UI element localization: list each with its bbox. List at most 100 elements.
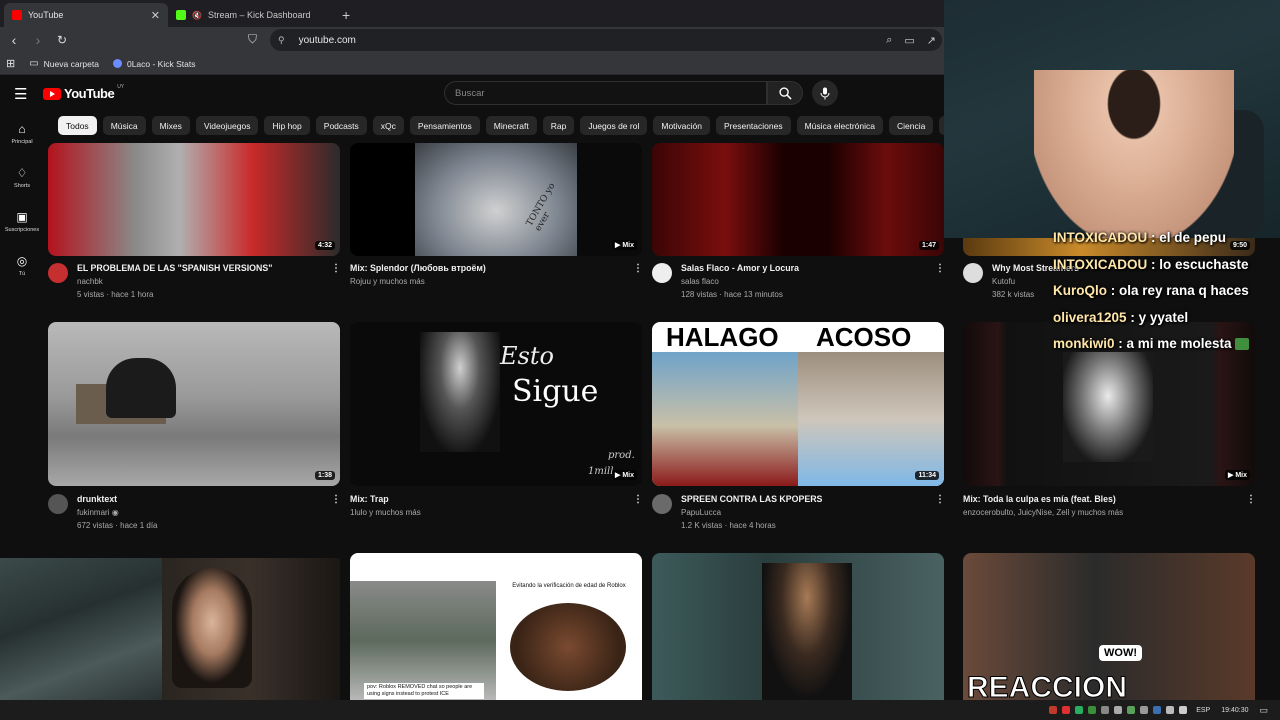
chip-videojuegos[interactable]: Videojuegos — [195, 116, 259, 135]
channel-name[interactable]: salas flaco — [681, 277, 719, 286]
chip-xqc[interactable]: xQc — [372, 116, 404, 135]
channel-avatar[interactable] — [652, 494, 672, 514]
more-actions-icon[interactable]: ⋮ — [633, 263, 643, 274]
chip-podcasts[interactable]: Podcasts — [315, 116, 367, 135]
network-icon[interactable] — [1166, 706, 1175, 714]
cast-icon[interactable]: ▭ — [904, 34, 914, 47]
video-thumbnail[interactable]: WOW! REACCION — [963, 553, 1255, 700]
volume-icon[interactable] — [1179, 706, 1188, 714]
chip-minecraft[interactable]: Minecraft — [485, 116, 537, 135]
channel-name[interactable]: Kutofu — [992, 277, 1015, 286]
chip-juegos-de-rol[interactable]: Juegos de rol — [580, 116, 648, 135]
new-tab-button[interactable]: + — [332, 3, 360, 27]
video-title[interactable]: Mix: Splendor (Любовь втроём) — [350, 263, 486, 273]
chip-musica-electronica[interactable]: Música electrónica — [796, 116, 883, 135]
chip-mixes[interactable]: Mixes — [151, 116, 190, 135]
chip-ciencia[interactable]: Ciencia — [888, 116, 934, 135]
chip-rap[interactable]: Rap — [542, 116, 575, 135]
share-icon[interactable]: ↗ — [927, 34, 936, 47]
zoom-icon[interactable]: ⌕ — [886, 34, 892, 47]
muted-speaker-icon[interactable]: 🔇 — [192, 11, 202, 20]
channel-avatar[interactable] — [652, 263, 672, 283]
thumb-right-image — [798, 352, 944, 486]
channel-avatar[interactable] — [48, 494, 68, 514]
rail-item-tu[interactable]: ◎ Tú — [0, 244, 44, 288]
channel-name[interactable]: enzocerobulto, JuicyNise, Zell y muchos … — [963, 508, 1123, 517]
left-nav-rail: ⌂ Principal ♢ Shorts ▣ Suscripciones ◎ T… — [0, 112, 44, 288]
video-title[interactable]: Salas Flaco - Amor y Locura — [681, 263, 799, 273]
more-actions-icon[interactable]: ⋮ — [633, 494, 643, 505]
chip-musica[interactable]: Música — [102, 116, 146, 135]
close-tab-icon[interactable]: ✕ — [151, 9, 160, 22]
back-icon[interactable]: ‹ — [4, 32, 24, 48]
video-thumbnail[interactable]: 1:38 — [48, 322, 340, 486]
more-actions-icon[interactable]: ⋮ — [935, 263, 945, 274]
tray-app-icon[interactable] — [1127, 706, 1136, 714]
rail-item-shorts[interactable]: ♢ Shorts — [0, 156, 44, 200]
search-input[interactable]: Buscar — [444, 81, 767, 105]
bookmark-icon[interactable]: ⛉ — [248, 32, 257, 47]
video-thumbnail[interactable] — [652, 553, 944, 700]
language-indicator[interactable]: ESP — [1196, 707, 1210, 714]
chip-motivacion[interactable]: Motivación — [653, 116, 710, 135]
hamburger-menu-icon[interactable]: ☰ — [14, 85, 27, 103]
more-actions-icon[interactable]: ⋮ — [1246, 494, 1256, 505]
reload-icon[interactable]: ↻ — [52, 33, 72, 47]
rail-label: Suscripciones — [4, 227, 40, 233]
tray-app-icon[interactable] — [1075, 706, 1084, 714]
video-thumbnail[interactable]: Evitando la verificación de edad de Robl… — [350, 553, 642, 700]
video-title[interactable]: Mix: Toda la culpa es mía (feat. Bles) — [963, 494, 1116, 504]
video-thumbnail[interactable]: HALAGO ACOSO 11:34 — [652, 322, 944, 486]
verified-icon: ◉ — [111, 508, 119, 517]
tab-kick-dashboard[interactable]: 🔇 Stream – Kick Dashboard — [168, 3, 332, 27]
more-actions-icon[interactable]: ⋮ — [331, 263, 341, 274]
tray-app-icon[interactable] — [1153, 706, 1162, 714]
tray-app-icon[interactable] — [1049, 706, 1058, 714]
chip-hip-hop[interactable]: Hip hop — [264, 116, 310, 135]
chip-todos[interactable]: Todos — [58, 116, 97, 135]
channel-name[interactable]: 1lulo y muchos más — [350, 508, 421, 517]
tray-app-icon[interactable] — [1114, 706, 1123, 714]
apps-grid-icon[interactable]: ⊞ — [6, 57, 15, 70]
video-title[interactable]: EL PROBLEMA DE LAS "SPANISH VERSIONS" — [77, 263, 272, 273]
chip-presentaciones[interactable]: Presentaciones — [716, 116, 791, 135]
channel-name[interactable]: fukinmari ◉ — [77, 508, 119, 517]
video-title[interactable]: Mix: Trap — [350, 494, 389, 504]
chip-pensamientos[interactable]: Pensamientos — [409, 116, 480, 135]
tray-app-icon[interactable] — [1088, 706, 1097, 714]
video-title[interactable]: SPREEN CONTRA LAS KPOPERS — [681, 494, 822, 504]
video-title[interactable]: drunktext — [77, 494, 117, 504]
more-actions-icon[interactable]: ⋮ — [331, 494, 341, 505]
video-thumbnail[interactable]: 4:32 — [48, 143, 340, 256]
address-bar[interactable]: ⚲ youtube.com ⌕ ▭ ↗ — [270, 29, 942, 51]
youtube-logo[interactable]: YouTube UY — [43, 84, 124, 101]
video-thumbnail[interactable]: TONTO yo ever ▶ Mix — [350, 143, 642, 256]
channel-avatar[interactable] — [963, 263, 983, 283]
video-thumbnail[interactable]: 1:47 — [652, 143, 944, 256]
rail-item-suscripciones[interactable]: ▣ Suscripciones — [0, 200, 44, 244]
rail-item-principal[interactable]: ⌂ Principal — [0, 112, 44, 156]
voice-search-button[interactable] — [812, 80, 838, 106]
tab-youtube[interactable]: YouTube ✕ — [4, 3, 168, 27]
forward-icon[interactable]: › — [28, 32, 48, 48]
chat-message: INTOXICADOU : lo escuchaste — [1053, 256, 1249, 272]
channel-name[interactable]: nachbk — [77, 277, 103, 286]
channel-avatar[interactable] — [48, 263, 68, 283]
bookmark-folder[interactable]: ▭ Nueva carpeta — [29, 58, 99, 69]
video-stats: 128 vistas · hace 13 minutos — [681, 290, 783, 299]
search-button[interactable] — [767, 81, 803, 105]
clock[interactable]: 19:40:30 — [1221, 707, 1248, 714]
video-duration: 11:34 — [915, 471, 939, 480]
channel-name[interactable]: PapuLucca — [681, 508, 721, 517]
tray-app-icon[interactable] — [1062, 706, 1071, 714]
site-info-icon[interactable]: ⚲ — [278, 35, 285, 46]
more-actions-icon[interactable]: ⋮ — [935, 494, 945, 505]
artwork-text: HALAGO — [666, 322, 779, 352]
tray-app-icon[interactable] — [1140, 706, 1149, 714]
channel-name[interactable]: Rojuu y muchos más — [350, 277, 425, 286]
notifications-icon[interactable]: ▭ — [1259, 705, 1268, 716]
chat-message: KuroQlo : ola rey rana q haces — [1053, 283, 1249, 298]
video-thumbnail[interactable]: Esto Sigue prod. 1mill ▶ Mix — [350, 322, 642, 486]
bookmark-kick-stats[interactable]: 0Laco - Kick Stats — [112, 59, 195, 69]
tray-app-icon[interactable] — [1101, 706, 1110, 714]
